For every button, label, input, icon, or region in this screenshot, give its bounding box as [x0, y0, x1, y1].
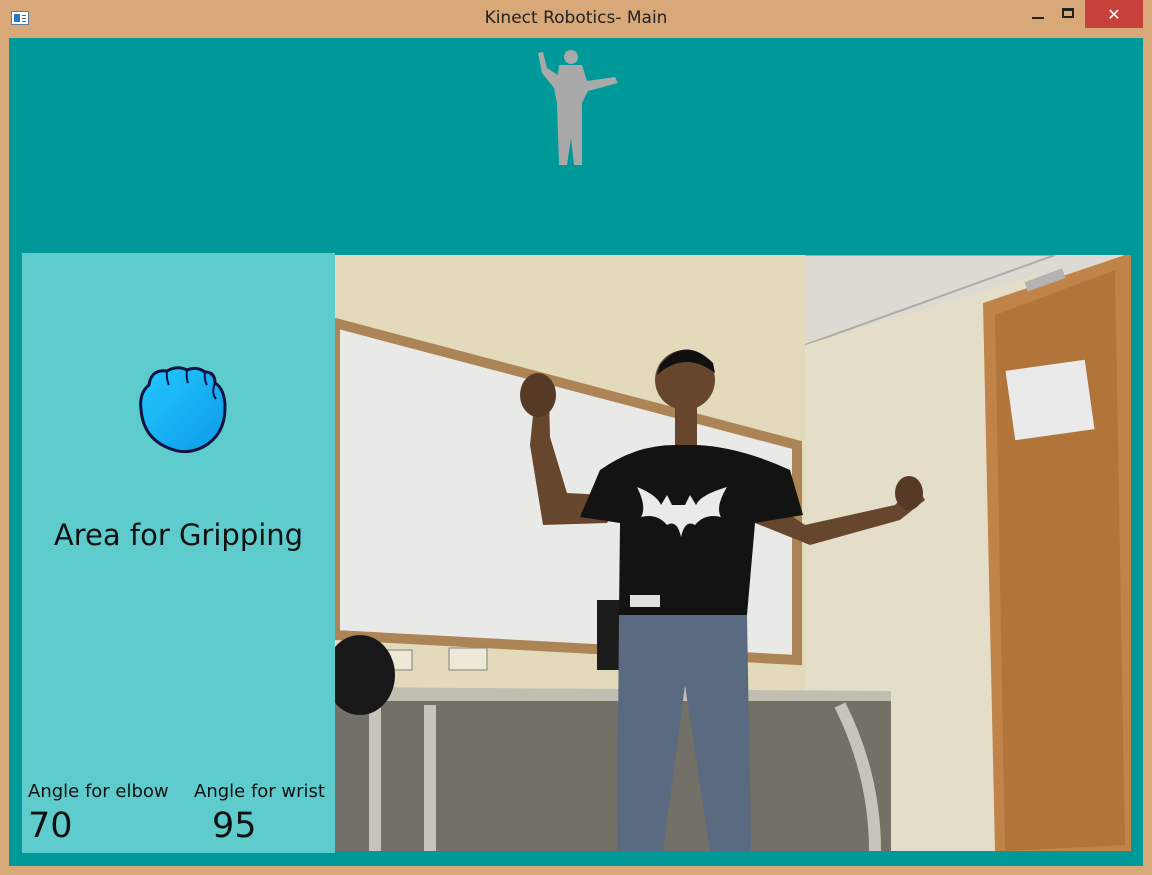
app-canvas: Area for Gripping Angle for elbow Angle …	[9, 38, 1143, 866]
body-silhouette	[538, 50, 618, 165]
window-title: Kinect Robotics- Main	[484, 8, 668, 28]
closed-hand-icon	[139, 366, 227, 454]
camera-feed	[335, 255, 1131, 851]
maximize-button[interactable]	[1052, 0, 1084, 26]
gripping-area-label: Area for Gripping	[53, 518, 304, 552]
close-icon: ✕	[1107, 4, 1121, 24]
wrist-angle-value: 95	[212, 806, 257, 846]
elbow-angle-value: 70	[28, 806, 73, 846]
minimize-button[interactable]	[1022, 0, 1054, 26]
elbow-angle-label: Angle for elbow	[28, 781, 169, 802]
gripping-panel: Area for Gripping Angle for elbow Angle …	[22, 253, 335, 853]
wrist-angle-label: Angle for wrist	[194, 781, 325, 802]
depth-silhouette-view	[538, 50, 618, 165]
title-bar[interactable]: Kinect Robotics- Main ✕	[0, 0, 1152, 38]
main-window: Kinect Robotics- Main ✕ Area for Grippin…	[0, 0, 1152, 875]
close-button[interactable]: ✕	[1085, 0, 1143, 28]
